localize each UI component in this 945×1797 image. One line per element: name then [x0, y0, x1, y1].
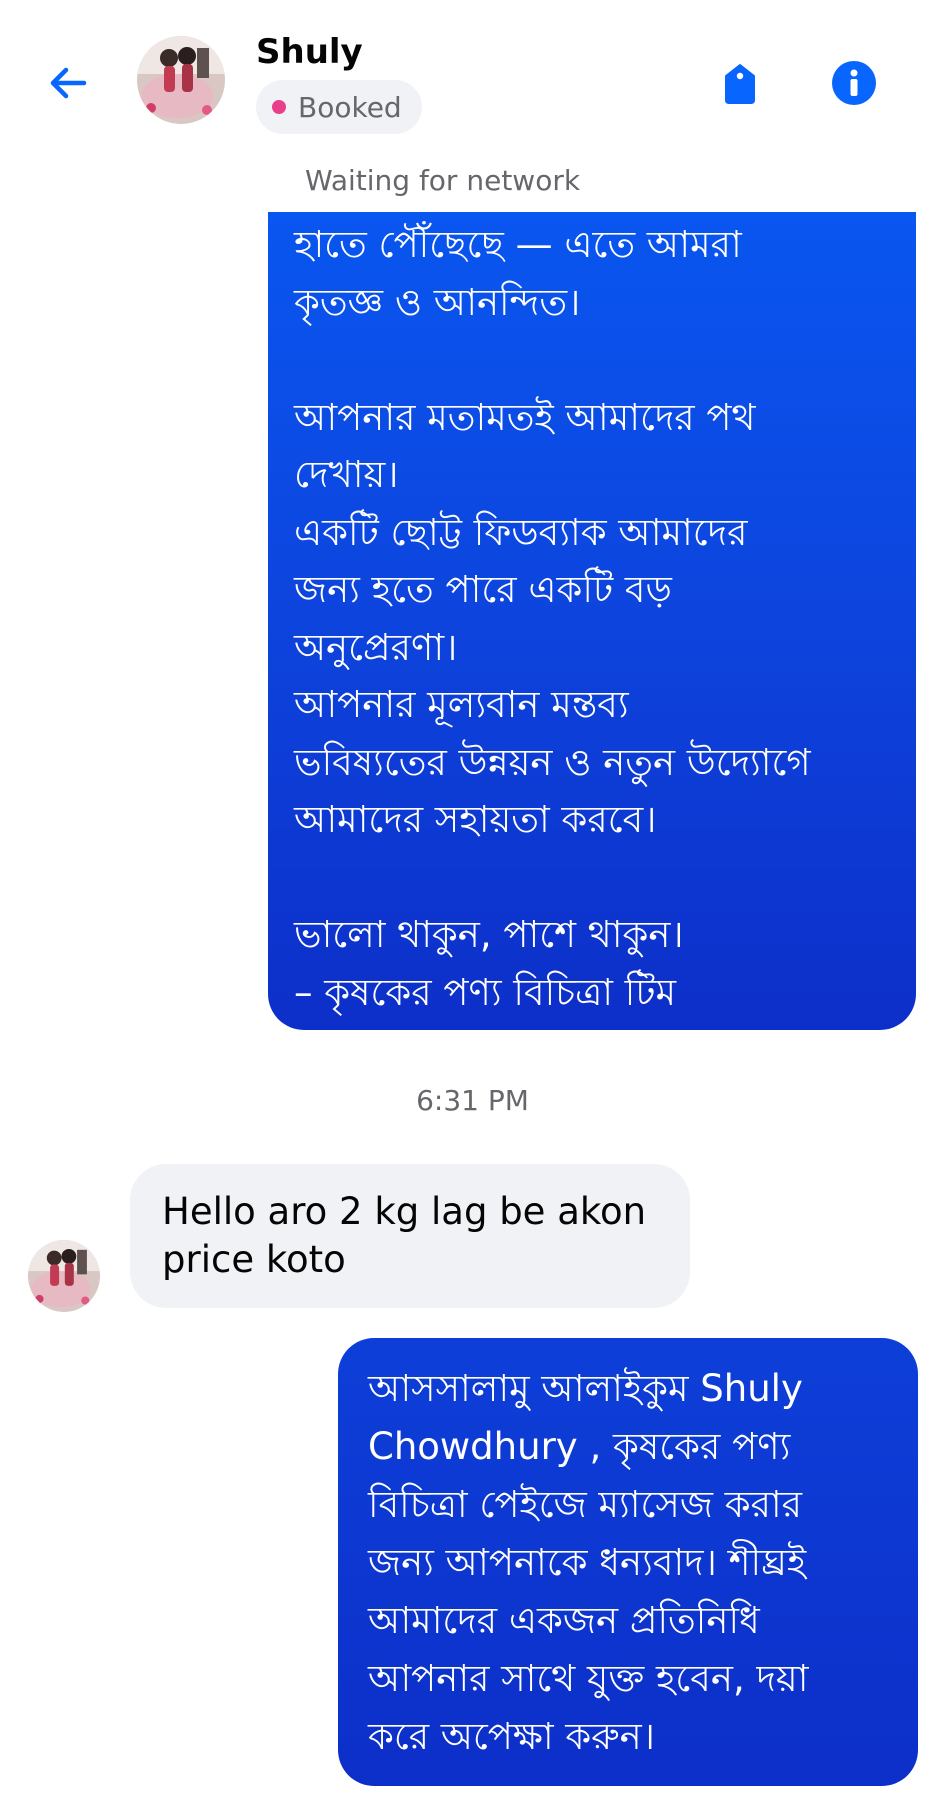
outgoing-message-bubble[interactable]: আসসালামু আলাইকুম Shuly Chowdhury , কৃষকে…: [338, 1338, 918, 1786]
sender-avatar[interactable]: [28, 1240, 100, 1312]
timestamp-text: 6:31 PM: [416, 1084, 529, 1117]
contact-name[interactable]: Shuly: [256, 32, 363, 72]
outgoing-message-bubble[interactable]: হাতে পৌঁছেছে — এতে আমরা কৃতজ্ঞ ও আনন্দিত…: [268, 212, 916, 1030]
info-icon: [832, 61, 876, 105]
status-dot: [272, 100, 286, 114]
back-button[interactable]: [40, 55, 96, 111]
message-timestamp: 6:31 PM: [0, 1084, 945, 1117]
incoming-message-bubble[interactable]: Hello aro 2 kg lag be akon price koto: [130, 1164, 690, 1308]
chat-header: Shuly Booked: [0, 0, 945, 150]
status-badge-label: Booked: [298, 90, 402, 124]
tag-button[interactable]: [712, 55, 768, 111]
network-status: Waiting for network: [0, 164, 945, 197]
info-button[interactable]: [826, 55, 882, 111]
arrow-left-icon: [50, 67, 87, 99]
tag-icon: [725, 64, 755, 104]
status-badge[interactable]: Booked: [256, 80, 422, 134]
contact-avatar[interactable]: [137, 36, 225, 124]
network-status-text: Waiting for network: [304, 164, 581, 197]
